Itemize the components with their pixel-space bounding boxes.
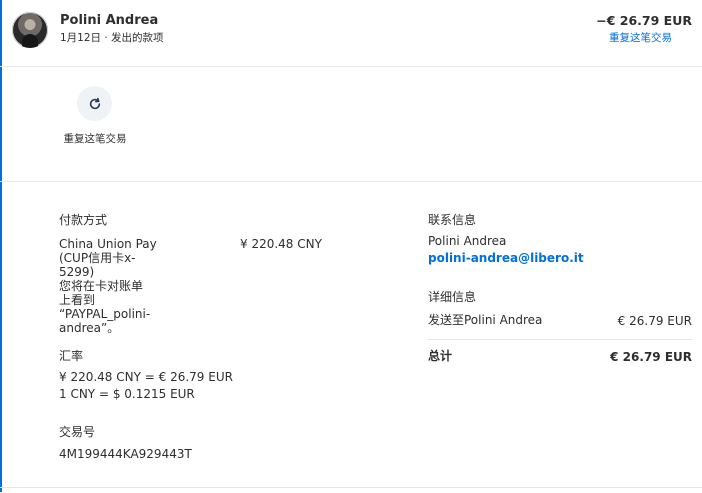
- payment-method-heading: 付款方式: [59, 213, 108, 227]
- contact-name: Polini Andrea: [428, 234, 507, 248]
- payment-method-line: “PAYPAL_polini-: [59, 307, 151, 321]
- repeat-transaction-label: 重复这笔交易: [63, 133, 127, 145]
- payment-method-line: andrea”。: [59, 321, 120, 335]
- total-amount: € 26.79 EUR: [610, 350, 692, 364]
- transaction-id: 4M199444KA929443T: [59, 447, 192, 461]
- contact-heading: 联系信息: [428, 213, 477, 227]
- total-divider: [428, 339, 692, 340]
- transaction-subtitle: 1月12日 · 发出的款项: [60, 32, 164, 44]
- repeat-transaction-button[interactable]: [77, 86, 112, 121]
- payment-method-line: (CUP信用卡x-5299): [59, 251, 136, 279]
- refresh-icon: [89, 97, 100, 109]
- payment-method-line: 您将在卡对账单: [59, 279, 144, 293]
- counterparty-name: Polini Andrea: [60, 13, 159, 28]
- transaction-amount: −€ 26.79 EUR: [596, 13, 692, 28]
- payment-amount: ¥ 220.48 CNY: [240, 237, 322, 251]
- section-divider: [0, 181, 702, 182]
- exchange-rate-line: ¥ 220.48 CNY = € 26.79 EUR: [59, 370, 233, 384]
- details-heading: 详细信息: [428, 290, 477, 304]
- avatar: [12, 12, 48, 48]
- sent-amount: € 26.79 EUR: [617, 314, 692, 328]
- header-divider: [0, 66, 702, 67]
- contact-email-link[interactable]: polini-andrea@libero.it: [428, 251, 584, 265]
- transaction-id-heading: 交易号: [59, 425, 96, 439]
- exchange-rate-unit: 1 CNY = $ 0.1215 EUR: [59, 387, 195, 401]
- sent-to-label: 发送至Polini Andrea: [428, 313, 543, 327]
- payment-method-line: 上看到: [59, 293, 96, 307]
- total-label: 总计: [428, 349, 453, 363]
- payment-method-details: China Union Pay (CUP信用卡x-5299) 您将在卡对账单 上…: [59, 237, 169, 335]
- repeat-transaction-link[interactable]: 重复这笔交易: [609, 30, 672, 45]
- payment-method-line: China Union Pay: [59, 237, 157, 251]
- exchange-rate-heading: 汇率: [59, 349, 84, 363]
- transaction-header: Polini Andrea 1月12日 · 发出的款项 −€ 26.79 EUR…: [0, 0, 702, 66]
- bottom-divider: [0, 487, 702, 488]
